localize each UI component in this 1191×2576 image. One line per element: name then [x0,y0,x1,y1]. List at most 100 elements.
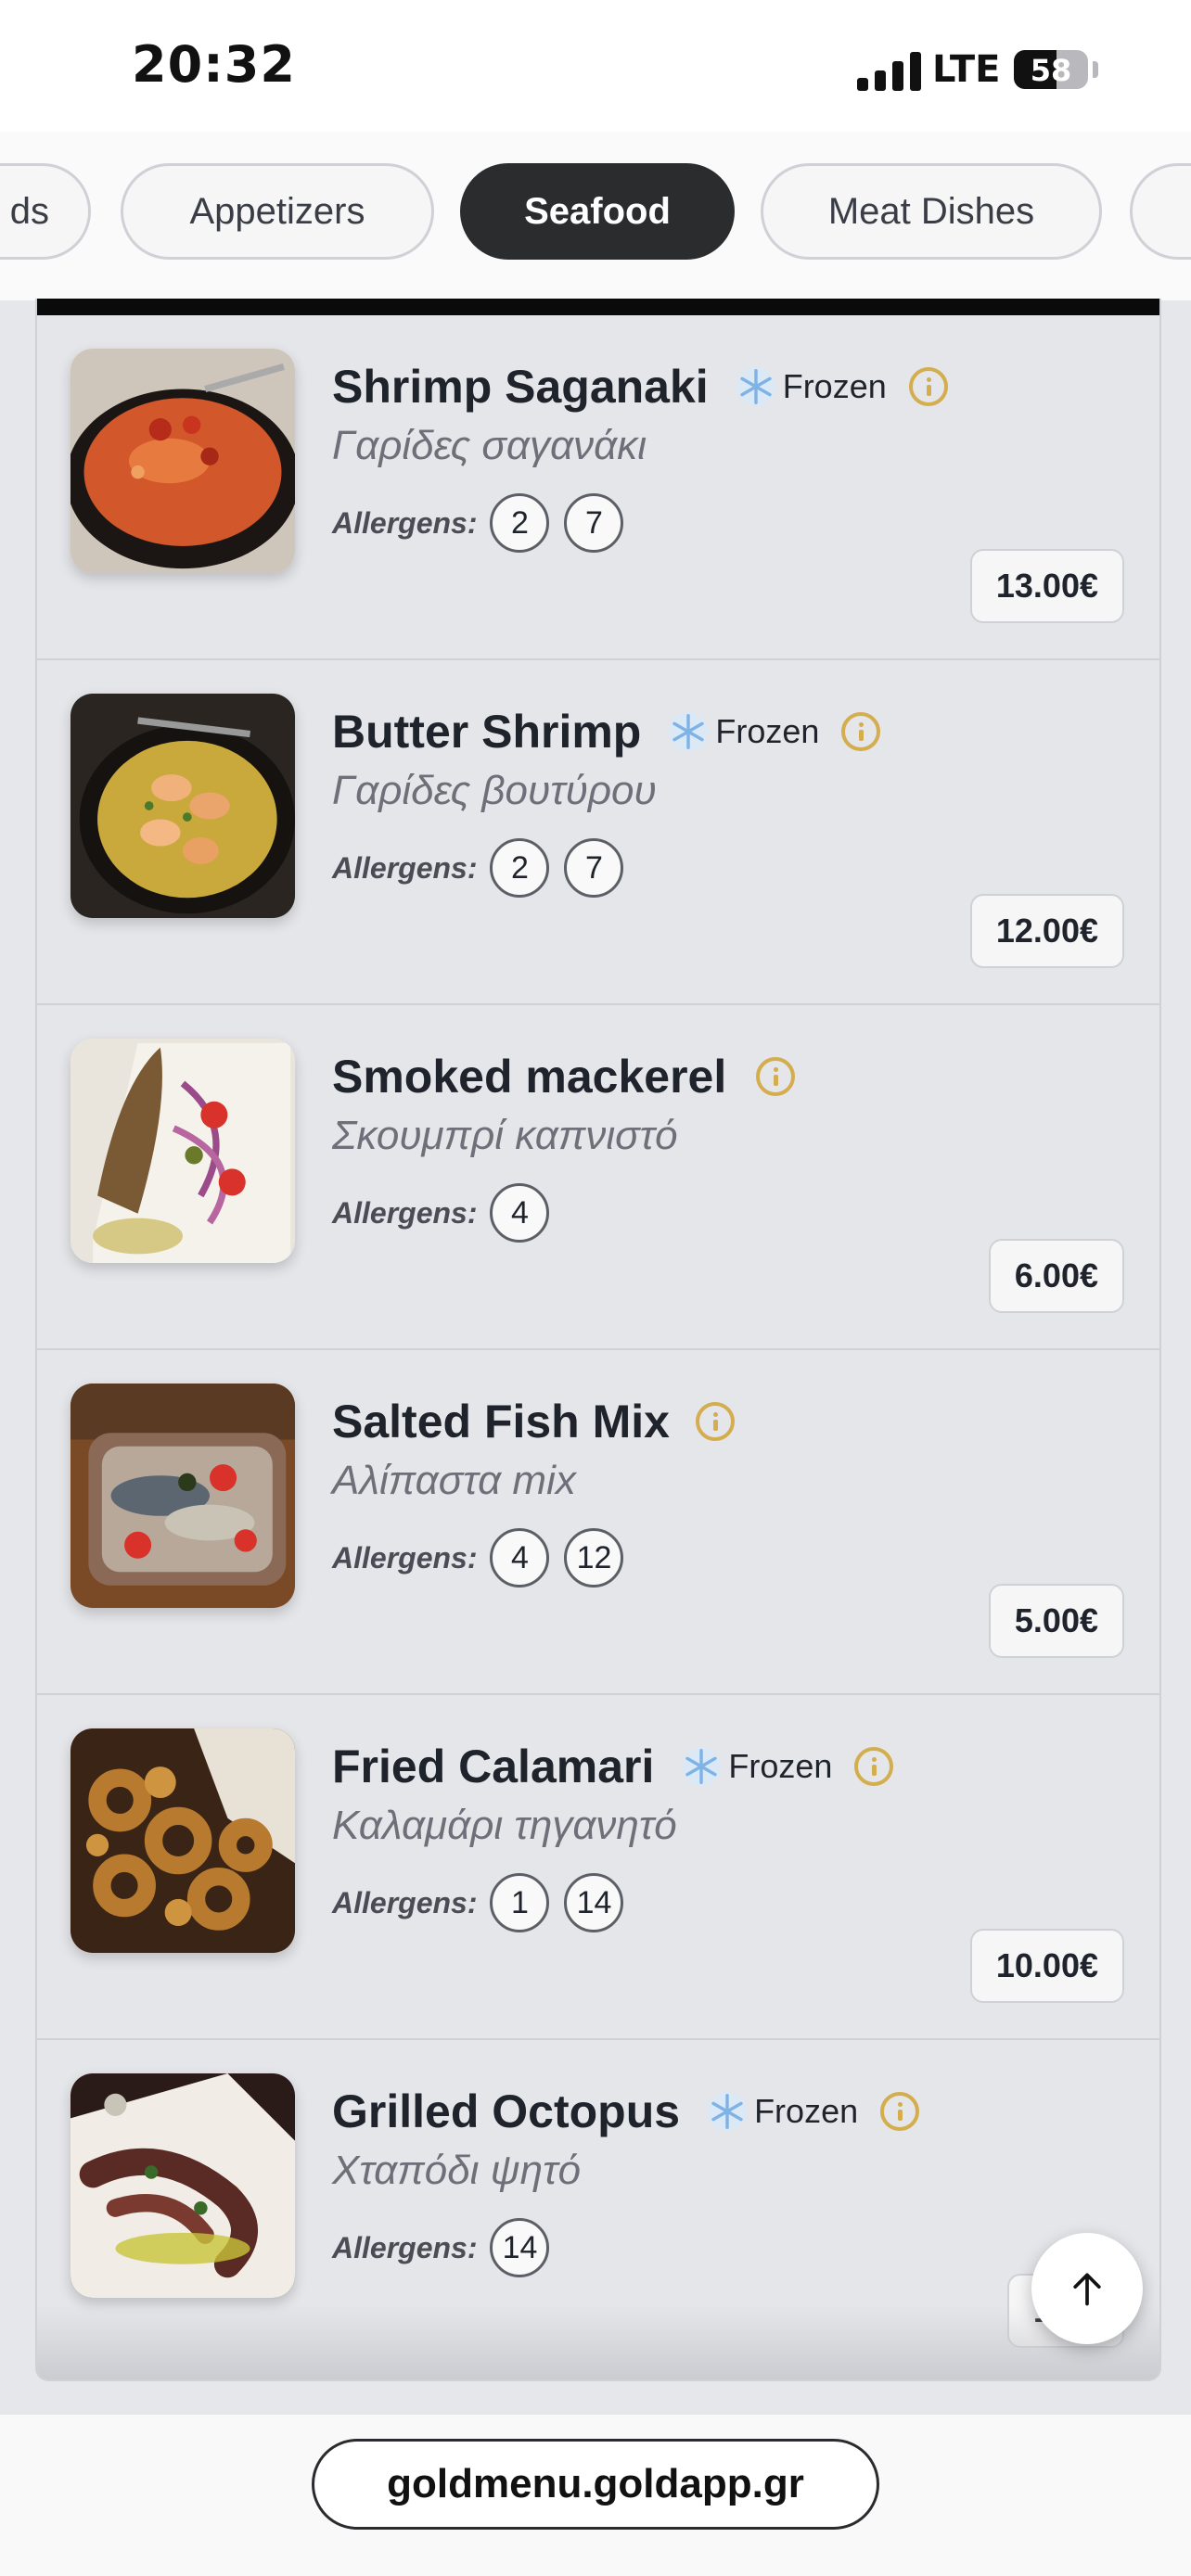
item-subtitle: Γαρίδες βουτύρου [332,768,657,813]
item-info: Shrimp Saganaki Frozen Γαρίδες σαγανάκι … [332,356,1130,555]
allergens-label: Allergens: [332,1540,478,1575]
allergens-label: Allergens: [332,850,478,885]
url-bar[interactable]: goldmenu.goldapp.gr [312,2439,879,2530]
allergens-row: Allergens: 4 [332,1181,1130,1244]
info-icon[interactable] [756,1057,796,1096]
allergen-badge[interactable]: 7 [564,493,624,553]
item-title: Shrimp Saganaki [332,361,709,413]
allergens-row: Allergens: 1 14 [332,1871,1130,1934]
fried-calamari-photo-graphic [70,1728,295,1953]
allergen-badge[interactable]: 4 [490,1528,550,1588]
fried-calamari-photo [70,1728,295,1953]
allergen-badge[interactable]: 4 [490,1183,550,1243]
item-title-row: Grilled Octopus Frozen [332,2081,1130,2142]
info-icon[interactable] [880,2092,920,2131]
butter-shrimp-photo [70,694,295,918]
item-info: Smoked mackerel Σκουμπρί καπνιστό Allerg… [332,1046,1130,1244]
category-tabs: ds Appetizers Seafood Meat Dishes [0,132,1191,300]
allergen-badge[interactable]: 1 [490,1873,550,1932]
menu-list: Shrimp Saganaki Frozen Γαρίδες σαγανάκι … [35,299,1161,2381]
item-title: Salted Fish Mix [332,1396,670,1447]
allergen-badge[interactable]: 2 [490,838,550,898]
allergen-badge[interactable]: 7 [564,838,624,898]
item-subtitle: Γαρίδες σαγανάκι [332,423,647,468]
item-title-row: Shrimp Saganaki Frozen [332,356,1130,417]
grilled-octopus-photo-graphic [70,2073,295,2298]
smoked-mackerel-photo-graphic [70,1039,295,1263]
tab-appetizers[interactable]: Appetizers [121,163,434,260]
item-info: Salted Fish Mix Αλίπαστα mix Allergens: … [332,1391,1130,1589]
frozen-badge: Frozen [735,365,887,408]
allergens-label: Allergens: [332,505,478,540]
item-subtitle: Χταπόδι ψητό [332,2148,582,2193]
frozen-label: Frozen [754,2092,859,2130]
grilled-octopus-photo [70,2073,295,2298]
item-title-row: Smoked mackerel [332,1046,1130,1107]
menu-item[interactable]: Fried Calamari Frozen Καλαμάρι τηγανητό … [37,1695,1159,2040]
battery-nub [1093,61,1098,78]
smoked-mackerel-photo [70,1039,295,1263]
info-icon[interactable] [695,1402,735,1441]
item-subtitle: Καλαμάρι τηγανητό [332,1803,677,1848]
menu-item[interactable]: Butter Shrimp Frozen Γαρίδες βουτύρου Al… [37,660,1159,1005]
tab-salads-partial[interactable]: ds [0,163,91,260]
allergen-badge[interactable]: 2 [490,493,550,553]
info-icon[interactable] [854,1747,894,1786]
arrow-up-icon [1073,2273,1101,2306]
card-top-border [37,299,1159,315]
tab-seafood[interactable]: Seafood [460,163,735,260]
frozen-label: Frozen [728,1747,833,1785]
allergen-badge[interactable]: 14 [490,2218,550,2277]
item-price: 6.00€ [988,1239,1124,1313]
scroll-to-top-button[interactable] [1031,2233,1143,2344]
tab-meat-dishes[interactable]: Meat Dishes [761,163,1102,260]
info-icon[interactable] [841,712,881,751]
snowflake-icon [708,2092,747,2131]
allergens-row: Allergens: 2 7 [332,491,1130,555]
salted-fish-mix-photo [70,1384,295,1608]
network-label: LTE [932,48,1001,91]
shrimp-saganaki-photo [70,349,295,573]
item-title-row: Fried Calamari Frozen [332,1736,1130,1797]
allergens-label: Allergens: [332,1195,478,1230]
item-subtitle: Σκουμπρί καπνιστό [332,1113,678,1158]
snowflake-icon [669,712,709,751]
frozen-badge: Frozen [680,1745,832,1788]
status-bar: 20:32 LTE 58 [0,0,1191,132]
snowflake-icon [736,367,775,406]
menu-item[interactable]: Salted Fish Mix Αλίπαστα mix Allergens: … [37,1350,1159,1695]
info-icon[interactable] [908,367,948,406]
browser-bottom-bar: goldmenu.goldapp.gr [0,2415,1191,2576]
item-title: Fried Calamari [332,1741,655,1792]
allergens-label: Allergens: [332,1885,478,1919]
list-fade [37,2305,1159,2379]
item-title: Smoked mackerel [332,1051,727,1103]
battery-icon: 58 [1014,50,1088,89]
allergen-badge[interactable]: 12 [564,1528,624,1588]
butter-shrimp-photo-graphic [70,694,295,918]
item-price: 10.00€ [969,1929,1124,2003]
allergens-label: Allergens: [332,2230,478,2264]
menu-item[interactable]: Shrimp Saganaki Frozen Γαρίδες σαγανάκι … [37,315,1159,660]
frozen-label: Frozen [782,367,887,405]
allergens-row: Allergens: 4 12 [332,1526,1130,1589]
item-price: 13.00€ [969,549,1124,623]
item-info: Fried Calamari Frozen Καλαμάρι τηγανητό … [332,1736,1130,1934]
item-title: Butter Shrimp [332,706,642,758]
menu-item[interactable]: Smoked mackerel Σκουμπρί καπνιστό Allerg… [37,1005,1159,1350]
status-time: 20:32 [132,35,296,94]
frozen-badge: Frozen [667,710,819,753]
item-info: Butter Shrimp Frozen Γαρίδες βουτύρου Al… [332,701,1130,899]
item-subtitle: Αλίπαστα mix [332,1458,576,1503]
snowflake-icon [682,1747,722,1786]
battery-percent: 58 [1030,53,1072,88]
item-title: Grilled Octopus [332,2085,681,2137]
tab-next-partial[interactable] [1130,163,1191,260]
item-price: 5.00€ [988,1584,1124,1658]
allergens-row: Allergens: 2 7 [332,836,1130,899]
signal-icon [857,50,922,91]
item-price: 12.00€ [969,894,1124,968]
item-title-row: Butter Shrimp Frozen [332,701,1130,762]
shrimp-saganaki-photo-graphic [70,349,295,573]
allergen-badge[interactable]: 14 [564,1873,624,1932]
